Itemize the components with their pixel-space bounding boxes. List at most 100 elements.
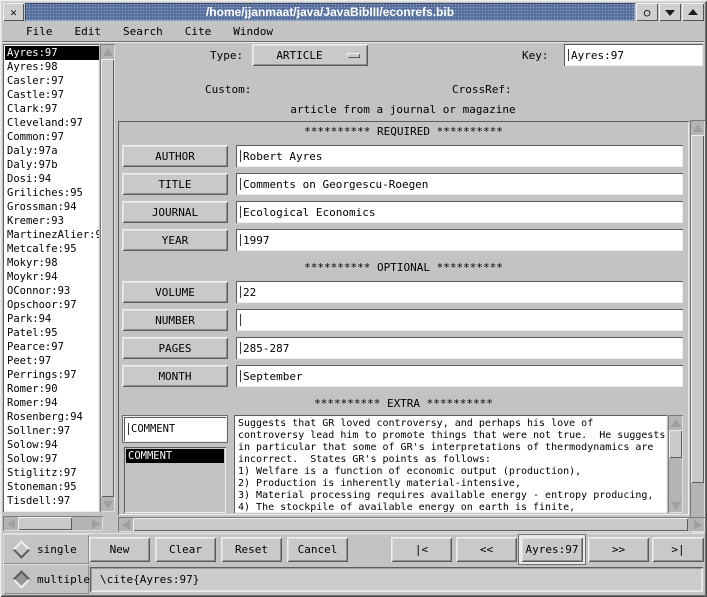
ref-list-item[interactable]: Mokyr:98 [5, 256, 99, 270]
field-label-button[interactable]: PAGES [122, 337, 228, 359]
ref-list-item[interactable]: MartinezAlier:97 [5, 228, 99, 242]
scroll-left-arrow[interactable] [119, 518, 132, 531]
field-input[interactable]: 285-287 [236, 337, 683, 359]
menu-item[interactable]: Search [112, 25, 174, 38]
field-input[interactable]: Robert Ayres [236, 145, 683, 167]
ref-list-item[interactable]: Clark:97 [5, 102, 99, 116]
ref-list-vscrollbar[interactable] [100, 44, 115, 512]
scroll-thumb[interactable] [18, 517, 72, 530]
scroll-up-arrow[interactable] [101, 45, 114, 58]
scroll-thumb[interactable] [101, 59, 114, 497]
field-label-button[interactable]: NUMBER [122, 309, 228, 331]
ref-list-item[interactable]: Opschoor:97 [5, 298, 99, 312]
nav-last-button[interactable]: >| [652, 537, 704, 562]
scroll-down-arrow[interactable] [669, 499, 682, 512]
field-label-button[interactable]: AUTHOR [122, 145, 228, 167]
window-shade-button[interactable] [659, 3, 681, 21]
cite-command-field[interactable]: \cite{Ayres:97} [90, 567, 703, 592]
clear-button[interactable]: Clear [155, 537, 216, 562]
window-close-button[interactable]: ✕ [3, 3, 24, 21]
ref-list-item[interactable]: Metcalfe:95 [5, 242, 99, 256]
field-input[interactable]: Ecological Economics [236, 201, 683, 223]
scroll-thumb[interactable] [133, 518, 688, 531]
nav-next-button[interactable]: >> [588, 537, 649, 562]
reset-button[interactable]: Reset [221, 537, 282, 562]
menu-item[interactable]: Cite [174, 25, 223, 38]
ref-list-item[interactable]: Griliches:95 [5, 186, 99, 200]
key-label: Key: [522, 49, 549, 62]
scroll-right-arrow[interactable] [691, 518, 704, 531]
field-label-button[interactable]: JOURNAL [122, 201, 228, 223]
ref-list-item[interactable]: Pearce:97 [5, 340, 99, 354]
form-vscrollbar[interactable] [690, 120, 705, 533]
ref-list-item[interactable]: Stiglitz:97 [5, 466, 99, 480]
field-label-button[interactable]: MONTH [122, 365, 228, 387]
scroll-right-arrow[interactable] [89, 517, 102, 530]
window-unshade-button[interactable] [682, 3, 704, 21]
field-label-button[interactable]: TITLE [122, 173, 228, 195]
new-button[interactable]: New [89, 537, 150, 562]
ref-list-item[interactable]: Sollner:97 [5, 424, 99, 438]
field-input[interactable]: Comments on Georgescu-Roegen [236, 173, 683, 195]
type-dropdown[interactable]: ARTICLE [252, 44, 368, 66]
ref-list-item[interactable]: Tisdell:97 [5, 494, 99, 508]
extra-field-list-item[interactable]: COMMENT [126, 449, 224, 463]
cancel-button[interactable]: Cancel [287, 537, 348, 562]
scroll-thumb[interactable] [669, 430, 682, 458]
ref-list-item[interactable]: Cleveland:97 [5, 116, 99, 130]
ref-list-item[interactable]: Ayres:98 [5, 60, 99, 74]
ref-list-item[interactable]: Patel:95 [5, 326, 99, 340]
scroll-up-arrow[interactable] [669, 416, 682, 429]
ref-list-item[interactable]: Common:97 [5, 130, 99, 144]
ref-list-item[interactable]: Rosenberg:94 [5, 410, 99, 424]
scroll-left-arrow[interactable] [4, 517, 17, 530]
ref-list-item[interactable]: Romer:94 [5, 396, 99, 410]
text-cursor [240, 234, 241, 246]
ref-list-item[interactable]: Peet:97 [5, 354, 99, 368]
nav-prev-button[interactable]: << [456, 537, 517, 562]
menu-item[interactable]: Window [222, 25, 284, 38]
field-input[interactable]: 22 [236, 281, 683, 303]
ref-list-item[interactable]: OConnor:93 [5, 284, 99, 298]
up-triangle-icon [671, 419, 681, 427]
reference-list[interactable]: Ayres:97 Ayres:98 Casler:97 Castle:97 Cl… [3, 44, 99, 512]
key-input[interactable]: Ayres:97 [564, 44, 703, 66]
down-triangle-icon [671, 502, 681, 510]
menu-item[interactable]: Edit [64, 25, 113, 38]
multiple-radio[interactable] [12, 570, 30, 588]
extra-textarea-scrollbar[interactable] [668, 415, 683, 513]
ref-list-item[interactable]: Casler:97 [5, 74, 99, 88]
ref-list-hscrollbar[interactable] [3, 516, 103, 531]
ref-list-item[interactable]: Moykr:94 [5, 270, 99, 284]
scroll-up-arrow[interactable] [691, 121, 704, 134]
ref-list-item[interactable]: Perrings:97 [5, 368, 99, 382]
ref-list-item[interactable]: Daly:97a [5, 144, 99, 158]
nav-first-button[interactable]: |< [391, 537, 452, 562]
field-input[interactable]: September [236, 365, 683, 387]
extra-textarea[interactable]: Suggests that GR loved controversy, and … [234, 415, 667, 513]
field-input[interactable] [236, 309, 683, 331]
nav-current-record-button[interactable]: Ayres:97 [521, 537, 583, 562]
ref-list-item[interactable]: Romer:90 [5, 382, 99, 396]
scroll-thumb[interactable] [691, 135, 704, 483]
field-label-button[interactable]: YEAR [122, 229, 228, 251]
ref-list-item[interactable]: Stoneman:95 [5, 480, 99, 494]
form-hscrollbar[interactable] [118, 517, 705, 532]
ref-list-item[interactable]: Kremer:93 [5, 214, 99, 228]
ref-list-item[interactable]: Solow:94 [5, 438, 99, 452]
window-circle-button[interactable]: ○ [636, 3, 658, 21]
menu-item[interactable]: File [15, 25, 64, 38]
ref-list-item[interactable]: Park:94 [5, 312, 99, 326]
ref-list-item[interactable]: Solow:97 [5, 452, 99, 466]
ref-list-item[interactable]: Grossman:94 [5, 200, 99, 214]
ref-list-item[interactable]: Castle:97 [5, 88, 99, 102]
extra-field-name-input[interactable]: COMMENT [124, 417, 226, 441]
ref-list-item[interactable]: Ayres:97 [5, 46, 99, 60]
single-radio[interactable] [12, 540, 30, 558]
scroll-down-arrow[interactable] [101, 498, 114, 511]
field-label-button[interactable]: VOLUME [122, 281, 228, 303]
ref-list-item[interactable]: Daly:97b [5, 158, 99, 172]
extra-field-list[interactable]: COMMENT [124, 447, 226, 513]
ref-list-item[interactable]: Dosi:94 [5, 172, 99, 186]
field-input[interactable]: 1997 [236, 229, 683, 251]
